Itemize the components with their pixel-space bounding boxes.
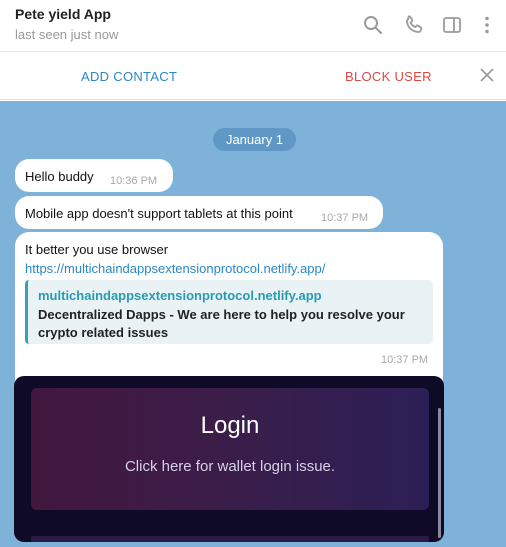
add-contact-button[interactable]: ADD CONTACT (81, 69, 177, 84)
date-separator: January 1 (213, 128, 296, 151)
contact-action-bar: ADD CONTACT BLOCK USER (0, 53, 506, 100)
message-bubble[interactable]: Mobile app doesn't support tablets at th… (15, 196, 383, 229)
scrollbar[interactable] (438, 408, 441, 538)
message-link[interactable]: https://multichaindappsextensionprotocol… (25, 261, 325, 276)
message-time: 10:36 PM (110, 175, 158, 187)
message-time: 10:37 PM (381, 354, 429, 366)
search-icon[interactable] (361, 13, 385, 37)
login-title: Login (200, 412, 260, 439)
image-message[interactable]: Login Click here for wallet login issue. (14, 376, 444, 542)
message-time: 10:37 PM (321, 212, 369, 224)
preview-description: Decentralized Dapps - We are here to hel… (38, 307, 405, 340)
last-seen-status: last seen just now (15, 27, 119, 42)
preview-site-name: multichaindappsextensionprotocol.netlify… (38, 288, 322, 303)
contact-name[interactable]: Pete yield App (15, 6, 111, 22)
login-card[interactable]: Login Click here for wallet login issue. (31, 388, 429, 510)
more-vert-icon[interactable] (475, 13, 499, 37)
link-preview[interactable]: multichaindappsextensionprotocol.netlify… (25, 280, 433, 344)
close-icon[interactable] (479, 67, 495, 83)
chat-area[interactable]: January 1 Hello buddy 10:36 PM Mobile ap… (0, 101, 506, 547)
chat-header: Pete yield App last seen just now (0, 0, 506, 52)
card-bottom-strip (31, 536, 429, 542)
message-text: It better you use browser (25, 242, 169, 257)
phone-icon[interactable] (402, 13, 426, 37)
message-text: Hello buddy (25, 169, 94, 184)
block-user-button[interactable]: BLOCK USER (345, 69, 432, 84)
sidebar-toggle-icon[interactable] (440, 13, 464, 37)
login-subtitle: Click here for wallet login issue. (124, 458, 336, 475)
message-bubble[interactable]: Hello buddy 10:36 PM (15, 159, 173, 192)
message-text: Mobile app doesn't support tablets at th… (25, 206, 293, 221)
